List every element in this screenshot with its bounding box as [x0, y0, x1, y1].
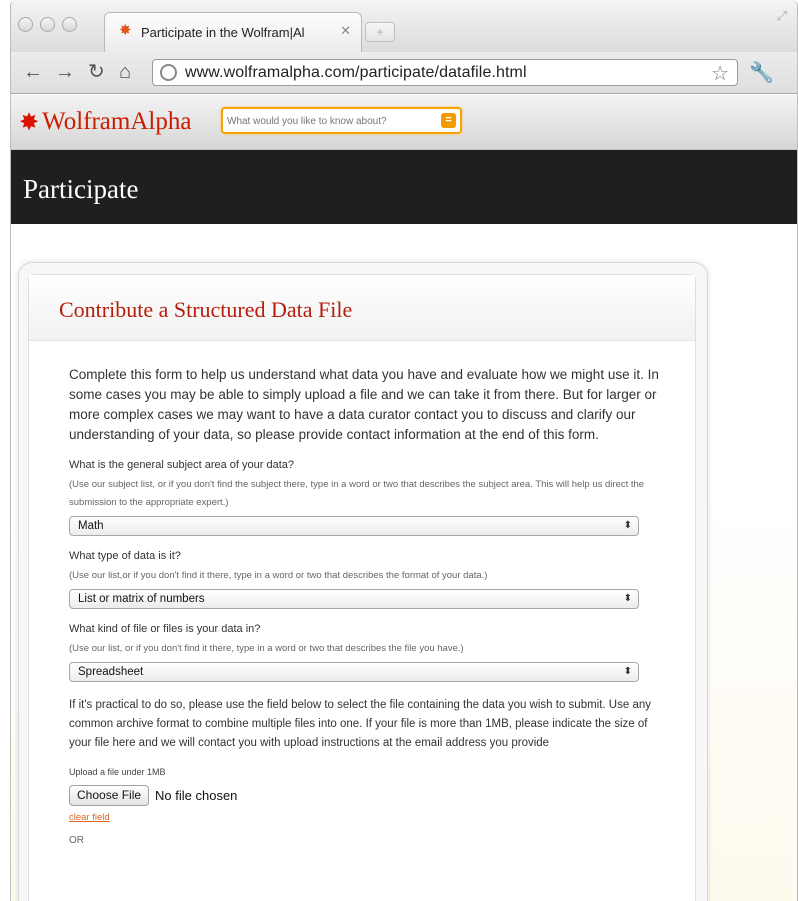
- search-submit-icon[interactable]: =: [441, 113, 456, 128]
- url-text[interactable]: www.wolframalpha.com/participate/datafil…: [185, 64, 527, 82]
- type-question-label: What type of data is it?: [69, 550, 181, 562]
- data-file-form: Complete this form to help us understand…: [69, 365, 659, 846]
- card-title: Contribute a Structured Data File: [59, 297, 353, 322]
- file-kind-select[interactable]: Spreadsheet ⬍: [69, 662, 639, 682]
- file-status: No file chosen: [155, 788, 238, 803]
- subject-question-label: What is the general subject area of your…: [69, 459, 295, 471]
- subject-select[interactable]: Math ⬍: [69, 516, 639, 536]
- or-separator: OR: [69, 835, 84, 846]
- page-title: Participate: [23, 174, 139, 204]
- site-search-input[interactable]: [227, 112, 432, 130]
- file-kind-question-label: What kind of file or files is your data …: [69, 623, 261, 635]
- browser-toolbar: ← → ↻ ⌂ www.wolframalpha.com/participate…: [11, 52, 797, 94]
- tab-close-icon[interactable]: ✕: [340, 23, 351, 39]
- address-bar[interactable]: www.wolframalpha.com/participate/datafil…: [152, 59, 738, 86]
- reload-icon[interactable]: ↻: [88, 62, 105, 82]
- fullscreen-icon[interactable]: ⤢: [777, 8, 787, 24]
- file-kind-select-value: Spreadsheet: [78, 666, 144, 678]
- upload-label: Upload a file under 1MB: [69, 767, 166, 777]
- forward-arrow-icon[interactable]: →: [55, 62, 75, 82]
- select-arrows-icon: ⬍: [623, 520, 632, 531]
- upload-instructions: If it's practical to do so, please use t…: [69, 699, 651, 749]
- select-arrows-icon: ⬍: [623, 593, 632, 604]
- page-banner: Participate: [11, 150, 797, 224]
- wolfram-star-icon: ✸: [19, 108, 40, 136]
- select-arrows-icon: ⬍: [623, 666, 632, 677]
- file-kind-question-hint: (Use our list, or if you don't find it t…: [69, 643, 464, 654]
- data-type-select-value: List or matrix of numbers: [78, 593, 205, 605]
- data-type-select[interactable]: List or matrix of numbers ⬍: [69, 589, 639, 609]
- subject-select-value: Math: [78, 520, 104, 532]
- site-search-box: =: [221, 107, 462, 134]
- back-arrow-icon[interactable]: ←: [23, 62, 43, 82]
- browser-tab[interactable]: ✸ Participate in the Wolfram|Al ✕: [104, 12, 362, 52]
- choose-file-button[interactable]: Choose File: [69, 785, 150, 806]
- globe-icon: [160, 64, 177, 81]
- wolfram-favicon-icon: ✸: [119, 22, 132, 39]
- new-tab-button[interactable]: +: [365, 22, 395, 42]
- title-bar: ✸ Participate in the Wolfram|Al ✕ + ⤢: [11, 0, 797, 52]
- zoom-window-button[interactable]: [62, 17, 77, 32]
- file-input-row: Choose File No file chosen: [69, 785, 659, 806]
- card-header: Contribute a Structured Data File: [29, 275, 695, 341]
- tab-title: Participate in the Wolfram|Al: [141, 25, 305, 40]
- type-question-hint: (Use our list,or if you don't find it th…: [69, 570, 488, 581]
- logo-text: WolframAlpha: [42, 108, 192, 135]
- wrench-menu-icon[interactable]: 🔧: [749, 60, 774, 85]
- wolframalpha-logo[interactable]: ✸ WolframAlpha: [19, 107, 191, 137]
- form-card: Contribute a Structured Data File Comple…: [28, 274, 696, 901]
- bookmark-star-icon[interactable]: ☆: [711, 61, 729, 86]
- subject-question-hint: (Use our subject list, or if you don't f…: [69, 479, 645, 508]
- site-header: ✸ WolframAlpha =: [11, 95, 797, 150]
- clear-field-link[interactable]: clear field: [69, 812, 110, 823]
- intro-text: Complete this form to help us understand…: [69, 367, 659, 442]
- home-icon[interactable]: ⌂: [119, 62, 131, 82]
- close-window-button[interactable]: [18, 17, 33, 32]
- minimize-window-button[interactable]: [40, 17, 55, 32]
